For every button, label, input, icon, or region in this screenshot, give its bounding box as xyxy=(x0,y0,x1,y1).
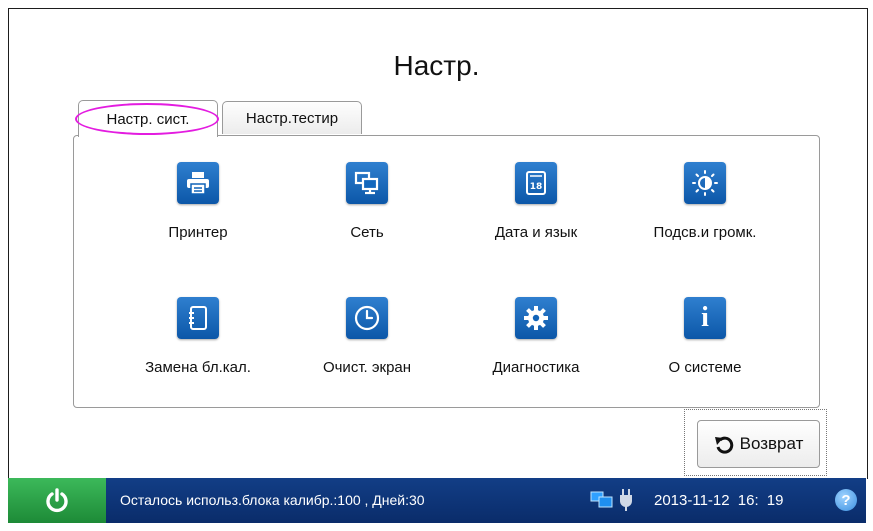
tab-system-settings[interactable]: Настр. сист. xyxy=(78,100,218,137)
tile-network[interactable]: Сеть xyxy=(287,162,447,272)
tile-label: Замена бл.кал. xyxy=(145,359,251,376)
return-button[interactable]: Возврат xyxy=(697,420,820,468)
calendar-icon: 18 xyxy=(515,162,557,204)
tile-replace-calibration-block[interactable]: Замена бл.кал. xyxy=(118,297,278,407)
tile-diagnostics[interactable]: Диагностика xyxy=(456,297,616,407)
help-icon[interactable]: ? xyxy=(835,489,857,511)
notebook-icon xyxy=(177,297,219,339)
tile-label: Диагностика xyxy=(492,359,580,376)
tab-test-settings[interactable]: Настр.тестир xyxy=(222,101,362,134)
return-arrow-icon xyxy=(714,436,733,454)
page-title: Настр. xyxy=(393,50,480,81)
brightness-icon xyxy=(684,162,726,204)
clock-icon xyxy=(346,297,388,339)
gear-icon xyxy=(515,297,557,339)
tile-about-system[interactable]: i О системе xyxy=(625,297,785,407)
power-button[interactable] xyxy=(8,478,106,523)
tile-label: Дата и язык xyxy=(494,224,578,241)
network-status-icon xyxy=(590,491,613,508)
tile-backlight-volume[interactable]: Подсв.и громк. xyxy=(625,162,785,272)
power-icon xyxy=(46,487,68,512)
tile-printer[interactable]: Принтер xyxy=(118,162,278,272)
printer-icon xyxy=(177,162,219,204)
settings-panel: Принтер Сеть 18 Дата и язык Подсв.и гром… xyxy=(73,135,820,408)
tile-label: Очист. экран xyxy=(322,359,412,376)
network-icon xyxy=(346,162,388,204)
tile-clear-screen[interactable]: Очист. экран xyxy=(287,297,447,407)
info-icon: i xyxy=(684,297,726,339)
tile-label: Сеть xyxy=(350,224,384,241)
tile-date-language[interactable]: 18 Дата и язык xyxy=(456,162,616,272)
tile-label: Принтер xyxy=(168,224,228,241)
info-glyph: i xyxy=(701,302,709,333)
power-plug-icon xyxy=(620,489,632,511)
status-message: Осталось использ.блока калибр.:100 , Дне… xyxy=(120,492,425,508)
date-time: 2013-11-12 16: 19 xyxy=(654,492,784,509)
status-bar: Осталось использ.блока калибр.:100 , Дне… xyxy=(8,478,866,523)
return-label: Возврат xyxy=(739,434,804,453)
tile-label: О системе xyxy=(668,359,742,376)
tile-label: Подсв.и громк. xyxy=(653,224,757,241)
calendar-day-text: 18 xyxy=(530,182,543,192)
